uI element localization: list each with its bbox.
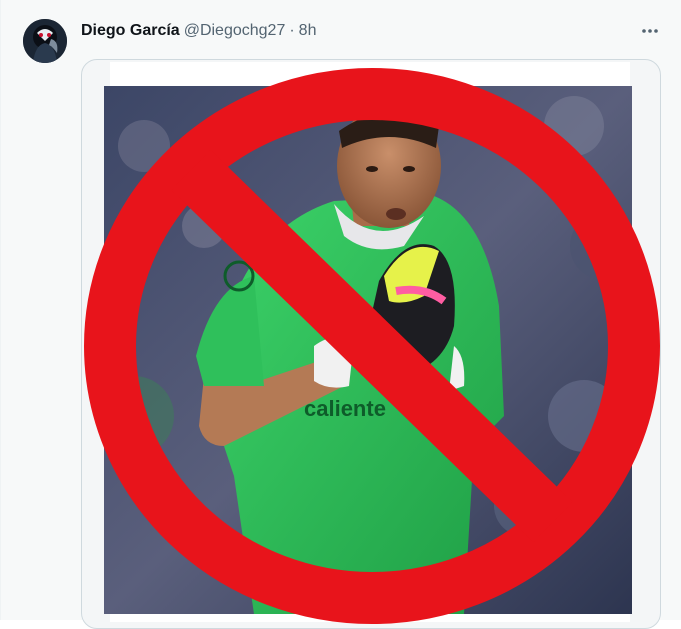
author-handle[interactable]: @Diegochg27 bbox=[184, 22, 286, 40]
tweet-timestamp[interactable]: 8h bbox=[299, 22, 317, 40]
tweet-photo[interactable]: caliente bbox=[104, 86, 632, 614]
author-name[interactable]: Diego García bbox=[81, 22, 180, 40]
more-horizontal-icon bbox=[642, 29, 658, 33]
goalkeeper-photo: caliente bbox=[104, 86, 632, 614]
more-button[interactable] bbox=[637, 20, 663, 42]
tweet[interactable]: Diego García @Diegochg27 · 8h caliente bbox=[0, 0, 681, 629]
avatar[interactable] bbox=[23, 19, 67, 63]
avatar-image bbox=[23, 19, 67, 63]
tweet-header: Diego García @Diegochg27 · 8h bbox=[81, 20, 316, 42]
separator-dot: · bbox=[289, 22, 295, 39]
jersey-sponsor: caliente bbox=[304, 396, 386, 421]
